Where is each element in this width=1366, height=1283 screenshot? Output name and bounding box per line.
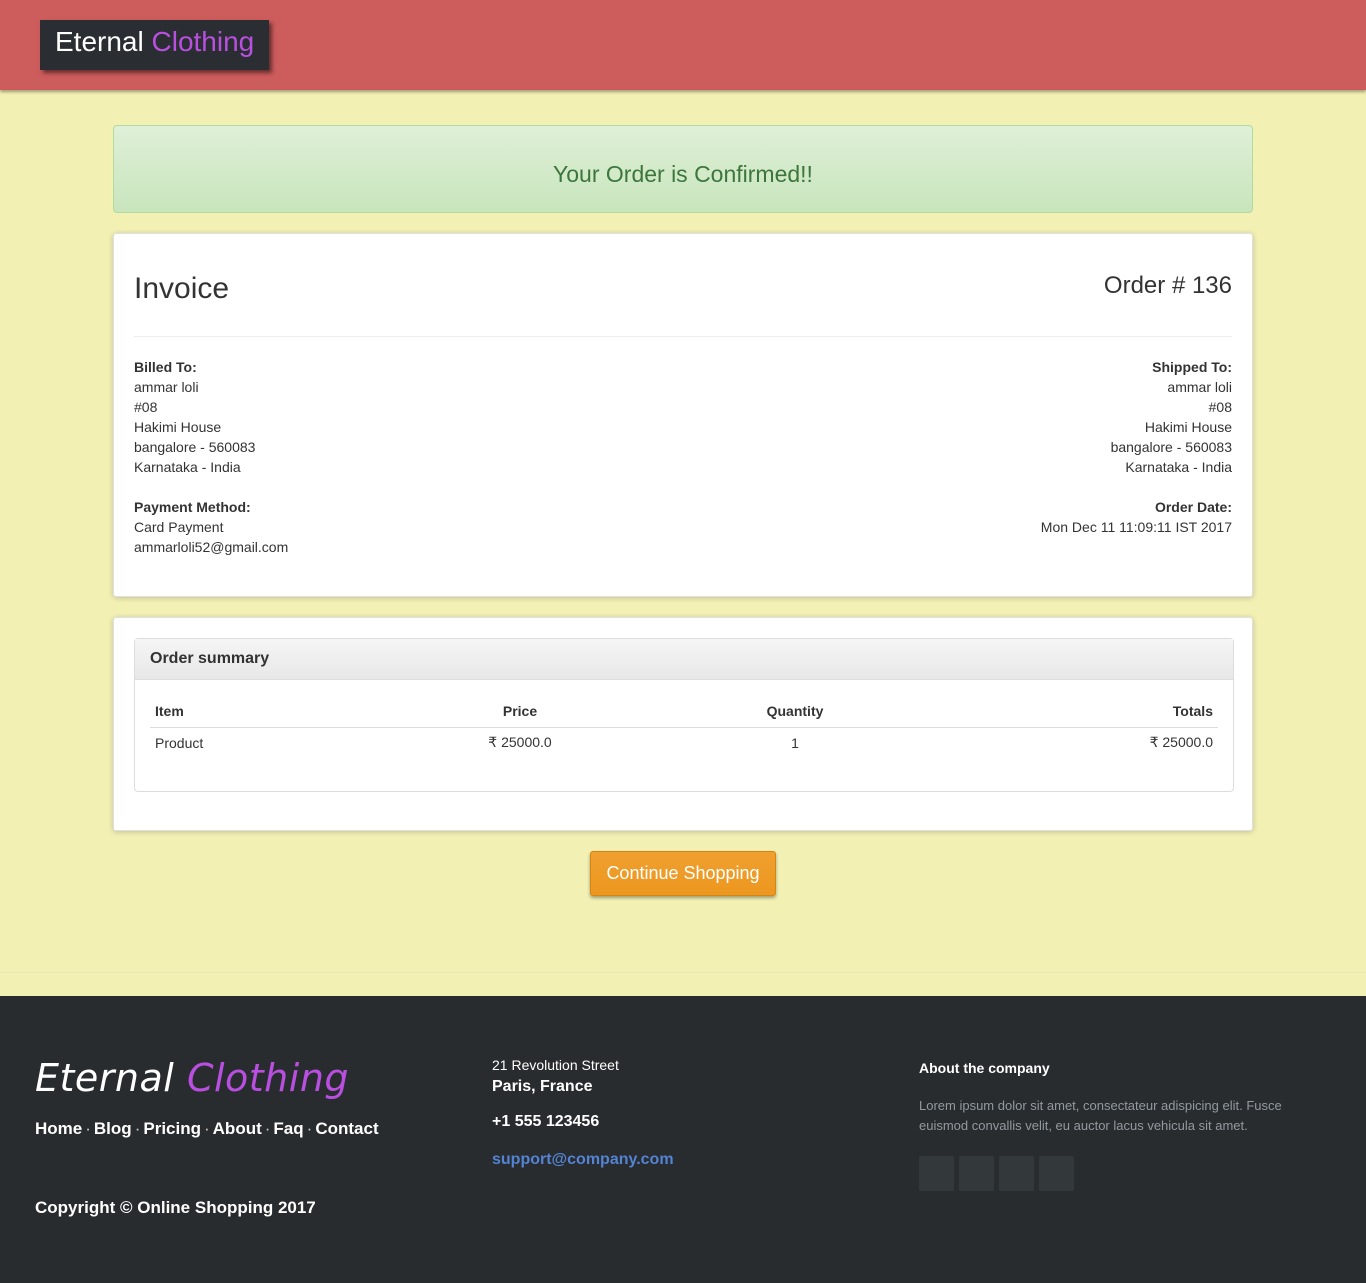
shipped-line1: #08 xyxy=(1208,399,1232,415)
footer-link-faq[interactable]: Faq xyxy=(273,1119,303,1138)
footer-link-blog[interactable]: Blog xyxy=(94,1119,132,1138)
payment-method-label: Payment Method: xyxy=(134,499,251,515)
linkedin-icon[interactable] xyxy=(999,1156,1034,1191)
billed-to-label: Billed To: xyxy=(134,359,197,375)
order-summary-heading: Order summary xyxy=(135,639,1233,680)
column-header-totals: Totals xyxy=(950,695,1218,728)
shipped-name: ammar loli xyxy=(1167,379,1232,395)
cell-quantity: 1 xyxy=(791,734,799,751)
order-confirmed-alert: Your Order is Confirmed!! xyxy=(113,125,1253,213)
top-navbar: Eternal Clothing xyxy=(0,0,1366,90)
table-row: Product ₹ 25000.0 1 ₹ 25000.0 xyxy=(150,728,1218,758)
cell-total: ₹ 25000.0 xyxy=(1149,734,1213,750)
footer-copyright: Copyright © Online Shopping 2017 xyxy=(35,1198,316,1217)
shipped-to-block: Shipped To: ammar loli #08 Hakimi House … xyxy=(1111,357,1232,477)
footer-phone: +1 555 123456 xyxy=(492,1113,600,1130)
payment-email: ammarloli52@gmail.com xyxy=(134,539,289,555)
column-header-price: Price xyxy=(400,695,640,728)
github-icon[interactable] xyxy=(1039,1156,1074,1191)
footer-about-text: Lorem ipsum dolor sit amet, consectateur… xyxy=(919,1098,1282,1133)
facebook-icon[interactable] xyxy=(919,1156,954,1191)
column-header-item: Item xyxy=(150,695,400,728)
billed-line4: Karnataka - India xyxy=(134,459,241,475)
shipped-line2: Hakimi House xyxy=(1144,419,1232,435)
divider xyxy=(134,336,1232,337)
invoice-card: Invoice Order # 136 Billed To: ammar lol… xyxy=(113,233,1253,597)
order-summary-panel: Order summary Item Price Quantity Totals… xyxy=(134,638,1234,792)
footer-brand: Eternal Clothing xyxy=(35,1056,349,1100)
payment-method-value: Card Payment xyxy=(134,519,224,535)
cell-item: Product xyxy=(155,734,204,751)
alert-message: Your Order is Confirmed!! xyxy=(553,161,813,187)
footer-street: 21 Revolution Street xyxy=(492,1057,619,1073)
brand-logo[interactable]: Eternal Clothing xyxy=(40,20,270,70)
twitter-icon[interactable] xyxy=(959,1156,994,1191)
divider xyxy=(0,972,1366,973)
billed-line1: #08 xyxy=(134,399,158,415)
invoice-title: Invoice xyxy=(134,272,230,305)
billed-name: ammar loli xyxy=(134,379,199,395)
order-date-block: Order Date: Mon Dec 11 11:09:11 IST 2017 xyxy=(1041,497,1232,537)
continue-shopping-button[interactable]: Continue Shopping xyxy=(590,851,776,896)
footer-city: Paris, France xyxy=(492,1078,593,1095)
footer-link-home[interactable]: Home xyxy=(35,1119,82,1138)
footer-link-about[interactable]: About xyxy=(213,1119,262,1138)
billed-to-block: Billed To: ammar loli #08 Hakimi House b… xyxy=(134,357,255,477)
table-header-row: Item Price Quantity Totals xyxy=(150,695,1218,728)
footer-link-pricing[interactable]: Pricing xyxy=(143,1119,201,1138)
cell-price: ₹ 25000.0 xyxy=(488,734,552,750)
footer-email-link[interactable]: support@company.com xyxy=(492,1151,674,1169)
order-date-label: Order Date: xyxy=(1154,499,1232,515)
order-date-value: Mon Dec 11 11:09:11 IST 2017 xyxy=(1040,519,1232,535)
footer-nav: Home · Blog · Pricing · About · Faq · Contact xyxy=(35,1119,379,1138)
footer-brand-name: Eternal xyxy=(35,1056,175,1100)
order-number: Order # 136 xyxy=(1103,272,1232,299)
shipped-to-label: Shipped To: xyxy=(1152,359,1232,375)
payment-method-block: Payment Method: Card Payment ammarloli52… xyxy=(134,497,288,557)
brand-name: Eternal xyxy=(55,26,144,57)
billed-line2: Hakimi House xyxy=(134,419,222,435)
billed-line3: bangalore - 560083 xyxy=(134,439,256,455)
order-summary-table: Item Price Quantity Totals Product ₹ 250… xyxy=(150,695,1218,757)
footer: Eternal Clothing Home · Blog · Pricing · About… xyxy=(0,996,1366,1283)
footer-brand-accent: Clothing xyxy=(186,1056,350,1100)
brand-accent: Clothing xyxy=(151,26,255,57)
shipped-line4: Karnataka - India xyxy=(1125,459,1232,475)
column-header-quantity: Quantity xyxy=(640,695,950,728)
shipped-line3: bangalore - 560083 xyxy=(1110,439,1232,455)
order-summary-card: Order summary Item Price Quantity Totals… xyxy=(113,617,1253,831)
footer-link-contact[interactable]: Contact xyxy=(315,1119,378,1138)
footer-about-title: About the company xyxy=(919,1060,1050,1076)
